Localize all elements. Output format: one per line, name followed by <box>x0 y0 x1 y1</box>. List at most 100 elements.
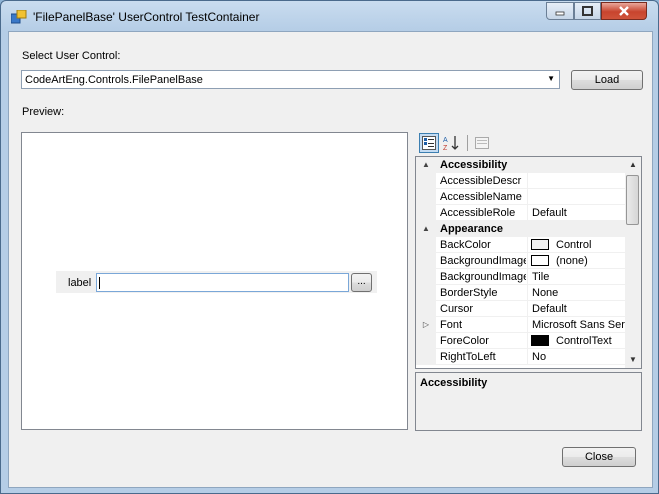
client-area: Select User Control: CodeArtEng.Controls… <box>8 31 653 488</box>
property-value[interactable]: None <box>527 285 625 301</box>
preview-panel: label ... <box>21 132 408 430</box>
file-panel-control: label ... <box>56 271 377 293</box>
property-name: BorderStyle <box>440 287 498 299</box>
test-container-window: 'FilePanelBase' UserControl TestContaine… <box>0 0 659 494</box>
scroll-down-icon[interactable]: ▼ <box>625 352 641 368</box>
property-name: ForeColor <box>440 335 489 347</box>
preview-label: Preview: <box>22 106 65 118</box>
property-value[interactable]: Default <box>527 301 625 317</box>
property-grid-toolbar: A Z <box>416 132 652 156</box>
color-swatch <box>531 255 549 266</box>
color-swatch <box>531 239 549 250</box>
scroll-thumb[interactable] <box>626 175 639 225</box>
property-name: BackgroundImage <box>440 255 526 267</box>
row-margin <box>416 205 436 221</box>
property-name: RightToLeft <box>440 351 496 363</box>
property-value[interactable]: (none) <box>527 253 625 269</box>
property-name: Font <box>440 319 463 331</box>
row-margin <box>416 333 436 349</box>
combobox-value: CodeArtEng.Controls.FilePanelBase <box>25 74 203 86</box>
close-button[interactable]: Close <box>562 447 636 467</box>
select-user-control-label: Select User Control: <box>22 50 121 62</box>
property-row[interactable]: ForeColor ControlText <box>416 333 625 349</box>
application-icon <box>11 10 27 24</box>
row-margin <box>416 237 436 253</box>
svg-text:A: A <box>443 137 448 144</box>
color-swatch <box>531 335 549 346</box>
svg-text:Z: Z <box>443 145 448 151</box>
property-value-text: Default <box>532 303 567 315</box>
property-row[interactable]: BackgroundImage Tile <box>416 269 625 285</box>
property-category-row[interactable]: ▲ Appearance <box>416 221 625 237</box>
window-title: 'FilePanelBase' UserControl TestContaine… <box>33 10 260 24</box>
text-caret <box>99 277 100 289</box>
row-margin <box>416 173 436 189</box>
property-row[interactable]: BackgroundImage (none) <box>416 253 625 269</box>
property-help-panel: Accessibility <box>415 372 642 431</box>
property-row[interactable]: BackColor Control <box>416 237 625 253</box>
collapse-icon[interactable]: ▲ <box>416 221 436 237</box>
minimize-button[interactable] <box>546 2 574 20</box>
alphabetical-icon: A Z <box>443 136 459 151</box>
property-row[interactable]: AccessibleDescr <box>416 173 625 189</box>
property-name: AccessibleRole <box>440 207 516 219</box>
property-row[interactable]: ▷ Font Microsoft Sans Serif <box>416 317 625 333</box>
property-value[interactable]: No <box>527 349 625 365</box>
row-margin <box>416 253 436 269</box>
maximize-icon <box>582 6 593 16</box>
categorized-icon <box>422 136 436 150</box>
property-name: BackColor <box>440 239 491 251</box>
category-name: Accessibility <box>440 159 508 171</box>
title-bar[interactable]: 'FilePanelBase' UserControl TestContaine… <box>1 1 658 31</box>
property-value[interactable]: Tile <box>527 269 625 285</box>
maximize-button[interactable] <box>574 2 601 20</box>
close-icon <box>619 6 629 16</box>
property-row[interactable]: AccessibleRole Default <box>416 205 625 221</box>
property-value-text: No <box>532 351 547 363</box>
file-path-input[interactable] <box>96 273 349 292</box>
property-row[interactable]: AccessibleName <box>416 189 625 205</box>
property-value[interactable]: Default <box>527 205 625 221</box>
property-grid-scrollbar[interactable]: ▲ ▼ <box>625 157 641 368</box>
property-value[interactable]: Microsoft Sans Serif <box>527 317 625 333</box>
expand-icon[interactable]: ▷ <box>416 317 436 333</box>
close-window-button[interactable] <box>601 2 647 20</box>
property-name: Cursor <box>440 303 474 315</box>
row-margin <box>416 285 436 301</box>
property-value[interactable]: Control <box>527 237 625 253</box>
file-panel-label: label <box>68 277 92 289</box>
property-value-text: Microsoft Sans Serif <box>532 319 625 331</box>
row-margin <box>416 349 436 365</box>
collapse-icon[interactable]: ▲ <box>416 157 436 173</box>
browse-button[interactable]: ... <box>351 273 372 292</box>
property-name: AccessibleDescr <box>440 175 522 187</box>
categorized-button[interactable] <box>419 133 439 153</box>
property-value-text: None <box>532 287 559 299</box>
property-pages-button[interactable] <box>472 133 492 153</box>
help-title: Accessibility <box>420 377 488 389</box>
property-row[interactable]: Cursor Default <box>416 301 625 317</box>
alphabetical-button[interactable]: A Z <box>442 133 462 153</box>
property-value[interactable] <box>527 173 625 189</box>
property-name: AccessibleName <box>440 191 522 203</box>
row-margin <box>416 269 436 285</box>
toolbar-separator <box>467 135 468 151</box>
property-row[interactable]: BorderStyle None <box>416 285 625 301</box>
scroll-up-icon[interactable]: ▲ <box>625 157 641 173</box>
property-value-text: Default <box>532 207 567 219</box>
row-margin <box>416 189 436 205</box>
dropdown-arrow-icon[interactable]: ▼ <box>547 74 555 83</box>
property-category-row[interactable]: ▲ Accessibility <box>416 157 625 173</box>
category-name: Appearance <box>440 223 503 235</box>
load-button[interactable]: Load <box>571 70 643 90</box>
row-margin <box>416 301 436 317</box>
property-grid[interactable]: ▲ Accessibility AccessibleDescr AccessibleN… <box>415 156 642 369</box>
property-name: BackgroundImage <box>440 271 526 283</box>
property-value[interactable]: ControlText <box>527 333 625 349</box>
property-pages-icon <box>475 137 489 149</box>
property-value[interactable] <box>527 189 625 205</box>
property-value-text: ControlText <box>556 335 612 347</box>
property-row[interactable]: RightToLeft No <box>416 349 625 365</box>
user-control-combobox[interactable]: CodeArtEng.Controls.FilePanelBase ▼ <box>21 70 560 89</box>
property-value-text: (none) <box>556 255 588 267</box>
